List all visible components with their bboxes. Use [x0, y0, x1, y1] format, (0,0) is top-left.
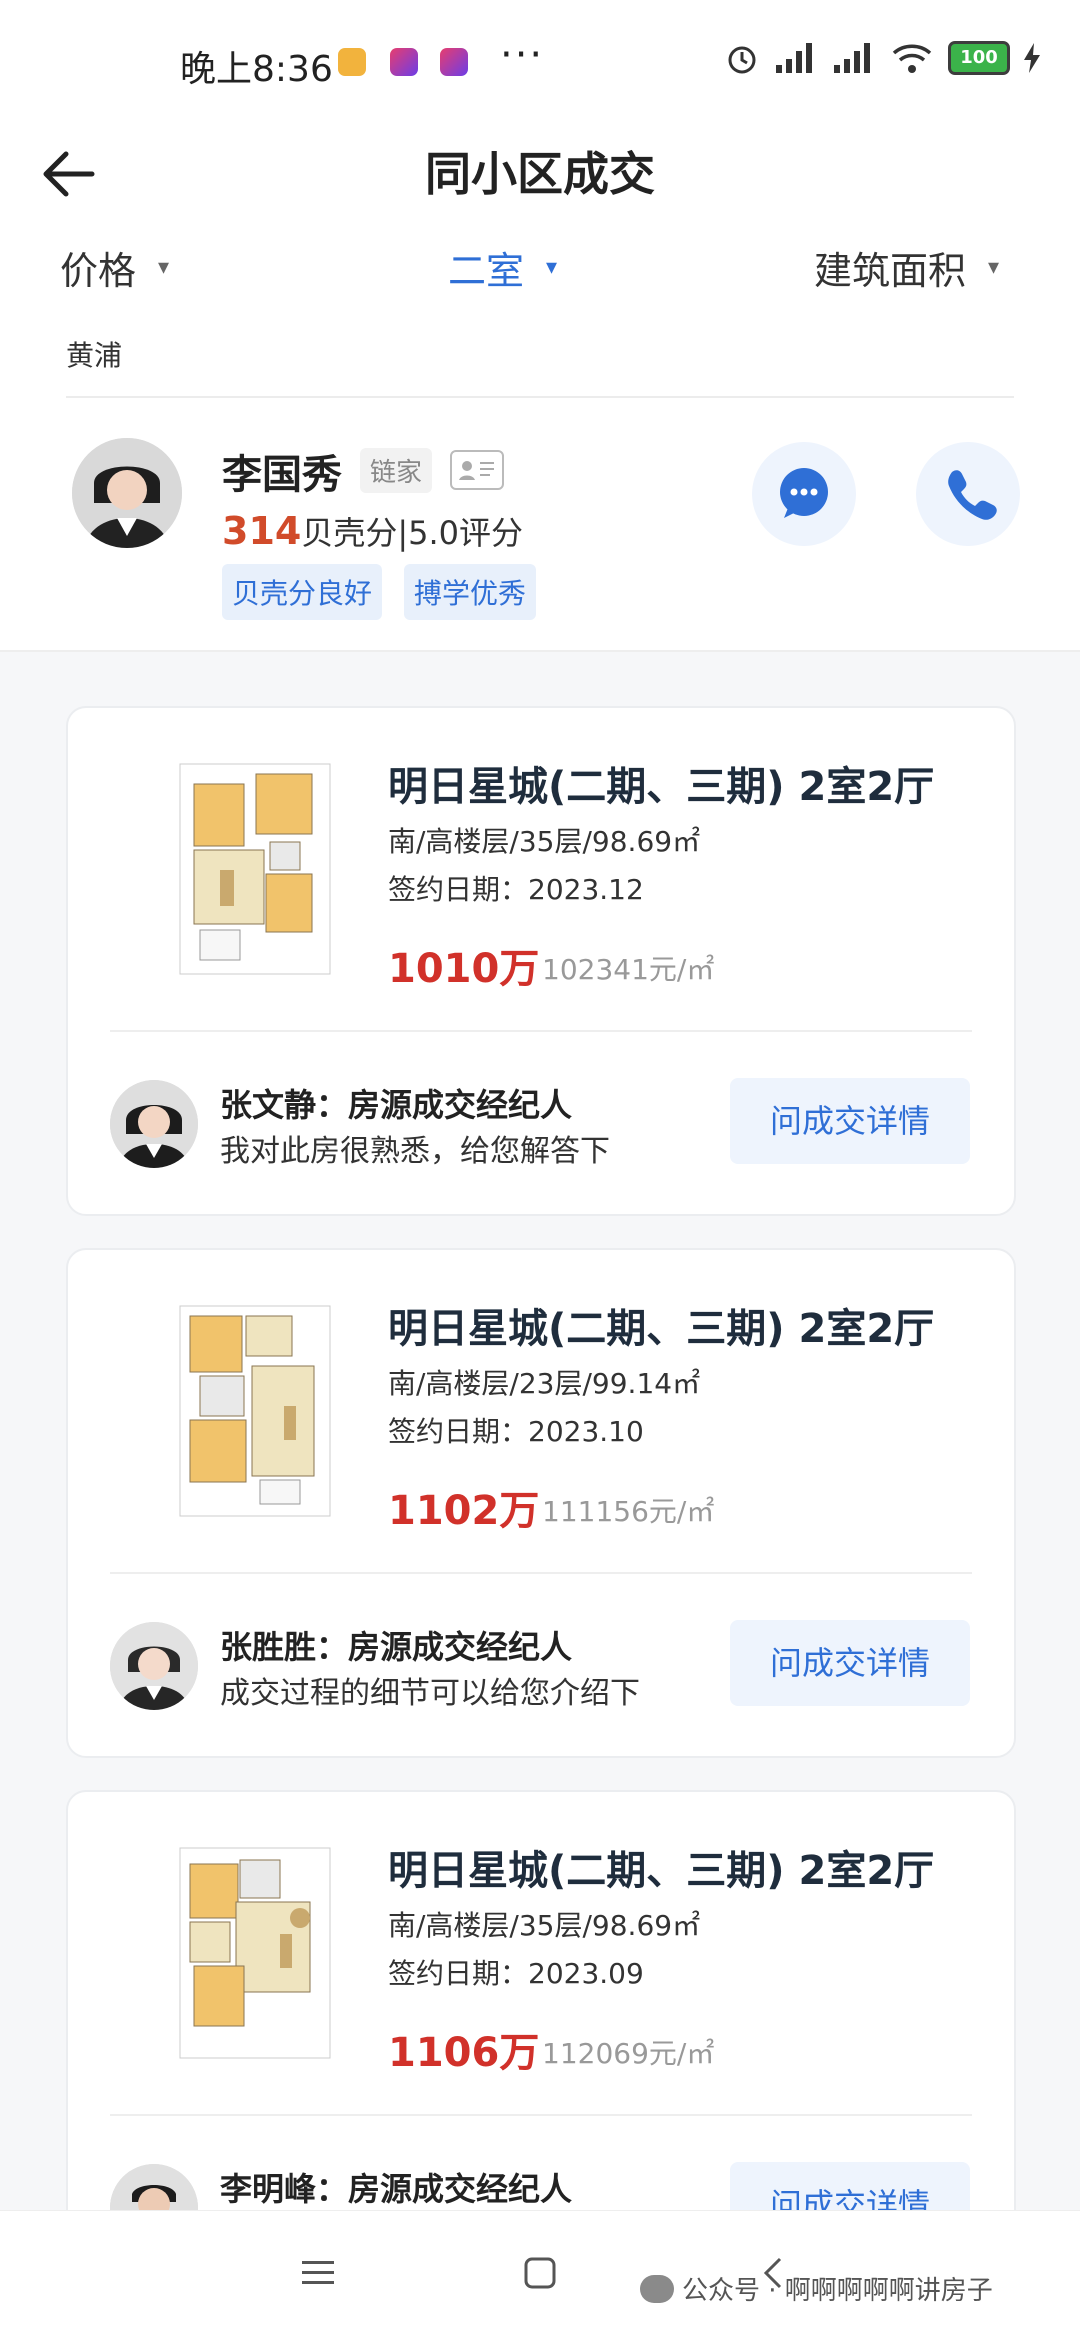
- chevron-down-icon: ▾: [158, 255, 170, 280]
- ask-deal-details-button[interactable]: 问成交详情: [730, 1620, 970, 1706]
- avatar: [110, 1080, 198, 1168]
- id-card-icon: [459, 461, 494, 480]
- agent-name: 李国秀: [222, 452, 342, 498]
- district-label: 黄浦: [66, 339, 123, 372]
- listing-card[interactable]: 明日星城(二期、三期) 2室2厅 南/高楼层/35层/98.69㎡ 签约日期：2…: [66, 706, 1016, 1216]
- listing-price: 1010万: [388, 946, 540, 992]
- agent-tag: 搏学优秀: [404, 564, 537, 620]
- listing-title: 明日星城(二期、三期) 2室2厅: [388, 1306, 935, 1352]
- agent-description: 成交过程的细节可以给您介绍下: [220, 1676, 640, 1711]
- listing-title: 明日星城(二期、三期) 2室2厅: [388, 764, 935, 810]
- watermark-text: 公众号 · 啊啊啊啊啊讲房子: [682, 2276, 993, 2306]
- divider: [110, 2114, 972, 2116]
- business-card-icon[interactable]: [450, 450, 504, 490]
- score-text: 贝壳分|5.0评分: [301, 514, 524, 552]
- wifi-icon: [892, 44, 932, 73]
- call-button[interactable]: [916, 442, 1020, 546]
- agent-name: 李明峰：房源成交经纪人: [220, 2170, 573, 2208]
- agent-name: 张胜胜：房源成交经纪人: [220, 1628, 573, 1666]
- menu-icon[interactable]: [298, 2253, 338, 2293]
- listing-unit-price: 112069元/㎡: [542, 2037, 715, 2070]
- filter-area-label: 建筑面积: [814, 249, 967, 293]
- signal-icon: [776, 43, 812, 73]
- district-row: 黄浦: [0, 330, 1080, 398]
- chat-icon: [780, 468, 828, 518]
- avatar-image: [110, 1622, 198, 1710]
- chevron-down-icon: ▾: [988, 255, 1000, 280]
- wechat-icon: [640, 2274, 674, 2303]
- avatar: [110, 1622, 198, 1710]
- phone-icon: [948, 470, 997, 520]
- status-time: 晚上8:36: [180, 49, 333, 90]
- status-indicators: 100: [724, 40, 1040, 76]
- listing-price: 1106万: [388, 2030, 540, 2076]
- app-notification-icon: [338, 48, 366, 76]
- page-title: 同小区成交: [425, 147, 655, 201]
- listing-price: 1102万: [388, 1488, 540, 1534]
- app-notification-icon: [440, 48, 468, 76]
- avatar: [72, 438, 182, 548]
- filter-price[interactable]: 价格 ▾: [60, 240, 169, 295]
- listing-meta: 南/高楼层/23层/99.14㎡: [388, 1367, 701, 1400]
- listing-title: 明日星城(二期、三期) 2室2厅: [388, 1848, 935, 1894]
- listing-unit-price: 102341元/㎡: [542, 953, 715, 986]
- watermark: 公众号 · 啊啊啊啊啊讲房子: [640, 2270, 993, 2307]
- agent-name: 张文静：房源成交经纪人: [220, 1086, 573, 1124]
- chat-button[interactable]: [752, 442, 856, 546]
- signal-icon: [834, 43, 870, 73]
- filter-bar: 价格 ▾ 二室 ▾ 建筑面积 ▾: [0, 230, 1080, 330]
- listing-sign-date: 签约日期：2023.10: [388, 1415, 644, 1448]
- more-notifications-icon: ···: [500, 32, 545, 78]
- agent-score: 314贝壳分|5.0评分: [222, 508, 523, 554]
- listing-meta: 南/高楼层/35层/98.69㎡: [388, 825, 701, 858]
- avatar-image: [72, 438, 182, 548]
- agent-card[interactable]: 李国秀 链家 314贝壳分|5.0评分 贝壳分良好 搏学优秀: [0, 398, 1080, 652]
- ask-deal-details-button[interactable]: 问成交详情: [730, 1078, 970, 1164]
- battery-icon: 100: [948, 41, 1010, 75]
- nav-bar: 同小区成交: [0, 120, 1080, 230]
- listing-card[interactable]: 明日星城(二期、三期) 2室2厅 南/高楼层/23层/99.14㎡ 签约日期：2…: [66, 1248, 1016, 1758]
- agent-description: 我对此房很熟悉，给您解答下: [220, 1134, 610, 1169]
- filter-rooms[interactable]: 二室 ▾: [448, 240, 557, 295]
- chevron-down-icon: ▾: [546, 255, 558, 280]
- floor-plan-image: [179, 1305, 331, 1517]
- agent-tag: 贝壳分良好: [222, 564, 383, 620]
- app-notification-icon: [390, 48, 418, 76]
- alarm-icon: [728, 46, 756, 74]
- listing-unit-price: 111156元/㎡: [542, 1495, 715, 1528]
- charging-icon: [1024, 43, 1040, 73]
- filter-area[interactable]: 建筑面积 ▾: [814, 240, 999, 295]
- filter-price-label: 价格: [60, 249, 137, 293]
- listing-sign-date: 签约日期：2023.09: [388, 1957, 644, 1990]
- floor-plan-image: [179, 763, 331, 975]
- listing-meta: 南/高楼层/35层/98.69㎡: [388, 1909, 701, 1942]
- divider: [110, 1572, 972, 1574]
- status-bar: 晚上8:36 ··· 100: [0, 0, 1080, 120]
- floor-plan-image: [179, 1847, 331, 2059]
- filter-rooms-label: 二室: [448, 249, 525, 293]
- score-number: 314: [222, 509, 302, 553]
- divider: [110, 1030, 972, 1032]
- brand-tag: 链家: [360, 448, 433, 493]
- home-icon[interactable]: [520, 2253, 560, 2293]
- listing-sign-date: 签约日期：2023.12: [388, 873, 644, 906]
- avatar-image: [110, 1080, 198, 1168]
